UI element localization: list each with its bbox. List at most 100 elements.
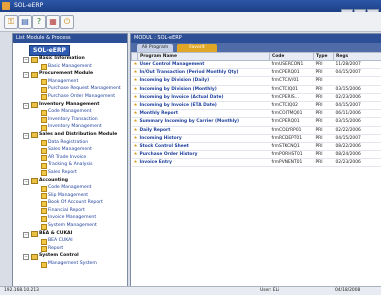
tree-category-label: System Control — [39, 252, 79, 260]
tree-item-label: Financial Report — [48, 207, 85, 215]
app-icon — [2, 2, 10, 10]
program-icon — [41, 201, 47, 207]
tree-item[interactable]: Financial Report — [13, 207, 127, 215]
table-cell: 04/15/2007 — [334, 101, 381, 109]
program-icon — [41, 239, 47, 245]
column-header[interactable]: Program Name — [138, 53, 270, 61]
column-header[interactable]: Type — [314, 53, 334, 61]
right-panel-header: MODUL : SOL-eERP — [131, 34, 381, 43]
tree-category[interactable]: −Inventory Management — [13, 101, 127, 109]
key-icon[interactable]: ⚿ — [4, 15, 18, 29]
tab-favorit[interactable]: Favorit — [177, 44, 217, 52]
table-cell: PRI — [314, 85, 334, 93]
tree-item[interactable]: Basic Management — [13, 63, 127, 71]
tree-category-label: Inventory Management — [39, 101, 99, 109]
table-cell: 08/24/2006 — [334, 151, 381, 159]
program-icon — [41, 246, 47, 252]
table-cell: Incoming History — [138, 134, 270, 142]
tree-item-label: BEA CUKAI — [48, 237, 73, 245]
folder-icon — [31, 57, 38, 63]
table-cell: frmCOLYRP01 — [270, 126, 314, 134]
toolbar: ⚿ ▤ ? ▦ ⏻ — [0, 12, 381, 32]
tree-item[interactable]: Sales Report — [13, 169, 127, 177]
tree-item[interactable]: Report — [13, 245, 127, 253]
tree-item[interactable]: Inventory Management — [13, 123, 127, 131]
table-cell: PRI — [314, 159, 334, 167]
tree-category[interactable]: −BEA & CUKAI — [13, 230, 127, 238]
table-row[interactable]: ★Invoice EntryfrmPVNENT01PRI02/23/2006 — [132, 159, 381, 167]
tree-item[interactable]: Data Registration — [13, 139, 127, 147]
table-row[interactable]: ★Daily ReportfrmCOLYRP01PRI02/22/2006 — [132, 126, 381, 134]
tree-item[interactable]: Book Of Account Report — [13, 199, 127, 207]
tree-item[interactable]: Slip Management — [13, 192, 127, 200]
table-row[interactable]: ★Monthly ReportfrmCOITMQ01PRI06/11/2006 — [132, 110, 381, 118]
tree-item[interactable]: Invoice Management — [13, 214, 127, 222]
table-row[interactable]: ★Stock Control SheetfrmSTKCNQ1PRI08/22/2… — [132, 142, 381, 150]
table-cell: frmCTCIQ02 — [270, 101, 314, 109]
tree-item[interactable]: Management — [13, 78, 127, 86]
tree-item[interactable]: Management System — [13, 260, 127, 268]
table-row[interactable]: ★Incoming by Invoice (Actual Date)frmCPE… — [132, 93, 381, 101]
program-icon — [41, 64, 47, 70]
document-icon[interactable]: ▤ — [18, 15, 32, 29]
table-cell: PRI — [314, 110, 334, 118]
table-cell: Daily Report — [138, 126, 270, 134]
program-icon — [41, 148, 47, 154]
tree-category[interactable]: −Procurement Module — [13, 70, 127, 78]
table-cell: PRI — [314, 134, 334, 142]
tree-item[interactable]: Tracking & Analysis — [13, 161, 127, 169]
folder-icon — [31, 132, 38, 138]
program-icon — [41, 140, 47, 146]
tree-category[interactable]: −Basic Information — [13, 55, 127, 63]
tree-item[interactable]: Code Management — [13, 184, 127, 192]
table-row[interactable]: ★In/Out Transaction (Period Monthly Qty)… — [132, 69, 381, 77]
table-row[interactable]: ★Incoming by Division (Daily)frmCTCIV/01… — [132, 77, 381, 85]
table-cell: PRI — [314, 61, 334, 69]
tree-item[interactable]: System Management — [13, 222, 127, 230]
tree-item[interactable]: Inventory Transaction — [13, 116, 127, 124]
table-cell: frmPORHST01 — [270, 151, 314, 159]
table-cell: frmRCDEPT01 — [270, 134, 314, 142]
table-cell: Monthly Report — [138, 110, 270, 118]
tree-item[interactable]: BEA CUKAI — [13, 237, 127, 245]
tab-all-program[interactable]: All Program — [137, 44, 173, 52]
tree-item[interactable]: Code Management — [13, 108, 127, 116]
table-row[interactable]: ★Incoming by Invoice (ETA Date)frmCTCIQ0… — [132, 101, 381, 109]
calendar-icon[interactable]: ▦ — [46, 15, 60, 29]
tree-category-label: Sales and Distribution Module — [39, 131, 117, 139]
program-icon — [41, 224, 47, 230]
table-row[interactable]: ★Purchase Order HistoryfrmPORHST01PRI08/… — [132, 151, 381, 159]
module-tree: −Basic InformationBasic Management−Procu… — [13, 55, 127, 268]
column-header[interactable]: Code — [270, 53, 314, 61]
tree-item[interactable]: Purchase Request Management — [13, 85, 127, 93]
table-cell: 02/22/2006 — [334, 126, 381, 134]
folder-icon — [31, 231, 38, 237]
table-cell: PRI — [314, 142, 334, 150]
table-row[interactable]: ★Incoming by Division (Monthly)frmCTCIQ0… — [132, 85, 381, 93]
table-row[interactable]: ★Incoming HistoryfrmRCDEPT01PRI04/15/200… — [132, 134, 381, 142]
table-cell: Incoming by Division (Daily) — [138, 77, 270, 85]
tree-item-label: Data Registration — [48, 139, 88, 147]
program-icon — [41, 155, 47, 161]
table-cell: Incoming by Division (Monthly) — [138, 85, 270, 93]
window-title: SOL-eERP — [14, 1, 43, 11]
program-table: Program Name Code Type Regs ★User Contro… — [131, 52, 381, 167]
tree-category[interactable]: −Sales and Distribution Module — [13, 131, 127, 139]
help-icon[interactable]: ? — [32, 15, 46, 29]
table-cell: 04/15/2007 — [334, 134, 381, 142]
table-row[interactable]: ★Summary Incoming by Carrier (Monthly)fr… — [132, 118, 381, 126]
table-cell: frmPVNENT01 — [270, 159, 314, 167]
table-cell: Purchase Order History — [138, 151, 270, 159]
program-icon — [41, 125, 47, 131]
tree-item[interactable]: Purchase Order Management — [13, 93, 127, 101]
tree-category[interactable]: −System Control — [13, 252, 127, 260]
column-header[interactable]: Regs — [334, 53, 381, 61]
tree-item-label: Sales Management — [48, 146, 92, 154]
table-row[interactable]: ★User Control ManagementfrmUSERCON1PRI11… — [132, 61, 381, 69]
title-bar: SOL-eERP _□× — [0, 0, 381, 12]
tree-item[interactable]: AR Trade Invoice — [13, 154, 127, 162]
tree-category[interactable]: −Accounting — [13, 177, 127, 185]
tree-item[interactable]: Sales Management — [13, 146, 127, 154]
table-cell: User Control Management — [138, 61, 270, 69]
exit-icon[interactable]: ⏻ — [60, 15, 74, 29]
